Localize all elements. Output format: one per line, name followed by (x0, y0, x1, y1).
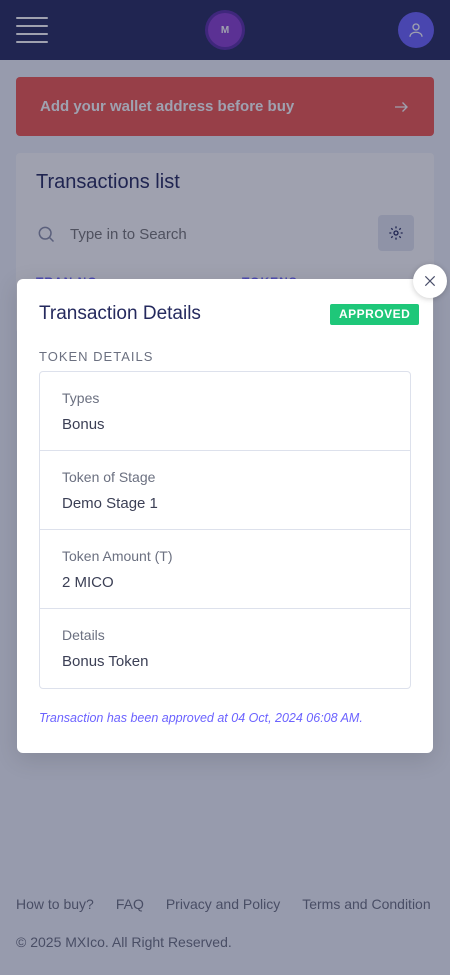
detail-row-stage: Token of Stage Demo Stage 1 (40, 451, 410, 530)
status-badge: APPROVED (330, 304, 420, 325)
close-button[interactable] (413, 264, 447, 298)
approval-note: Transaction has been approved at 04 Oct,… (39, 711, 363, 725)
modal-title: Transaction Details (39, 303, 201, 324)
transaction-details-modal: Transaction Details APPROVED TOKEN DETAI… (17, 279, 433, 753)
close-icon (424, 275, 436, 287)
detail-label: Token of Stage (62, 469, 156, 485)
detail-row-amount: Token Amount (T) 2 MICO (40, 530, 410, 609)
detail-value: Bonus Token (62, 653, 149, 670)
detail-value: 2 MICO (62, 574, 114, 591)
detail-value: Bonus (62, 416, 105, 433)
token-details-list: Types Bonus Token of Stage Demo Stage 1 … (39, 371, 411, 689)
detail-label: Details (62, 627, 105, 643)
section-label-token-details: TOKEN DETAILS (39, 349, 154, 364)
detail-label: Token Amount (T) (62, 548, 173, 564)
detail-row-details: Details Bonus Token (40, 609, 410, 688)
detail-label: Types (62, 390, 100, 406)
detail-value: Demo Stage 1 (62, 495, 158, 512)
detail-row-types: Types Bonus (40, 372, 410, 451)
